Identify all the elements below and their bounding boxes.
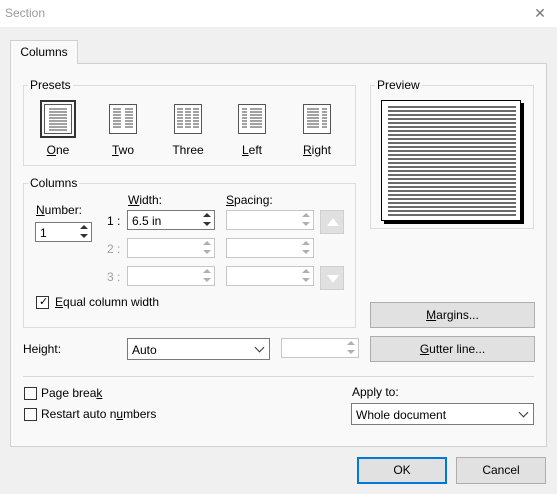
preset-one-label: One [46,143,70,157]
width-1-value: 6.5 in [132,214,162,228]
gutter-line-button[interactable]: Gutter line... [370,336,535,362]
preset-one[interactable]: One [30,100,86,157]
window-title: Section [5,6,46,20]
left-column-icon [238,104,266,134]
preset-left[interactable]: Left [224,104,280,157]
column-index-3: 3 : [107,270,121,284]
preset-three[interactable]: Three [160,104,216,157]
chevron-down-icon [518,407,529,418]
width-3-spinner[interactable] [127,266,215,286]
restart-numbers-checkbox[interactable] [24,408,37,421]
three-columns-icon [174,104,202,134]
spinner-arrows-icon[interactable] [300,268,312,284]
spinner-arrows-icon[interactable] [300,212,312,228]
page-break-checkbox[interactable] [24,387,37,400]
spinner-arrows-icon[interactable] [300,240,312,256]
divider [23,376,534,377]
close-icon[interactable]: ✕ [529,2,551,24]
spacing-2-spinner[interactable] [226,238,314,258]
margins-button[interactable]: Margins... [370,302,535,328]
one-column-icon [40,100,76,138]
preview-page [381,100,521,221]
right-column-icon [303,104,331,134]
height-value-spinner[interactable] [281,338,359,358]
apply-to-label: Apply to: [352,385,399,399]
equal-width-label: Equal column width [55,295,160,309]
spinner-arrows-icon[interactable] [201,212,213,228]
preview-lines-icon [388,106,516,216]
spacing-label: Spacing: [226,193,273,207]
page-break-label: Page break [41,386,103,400]
apply-to-value: Whole document [356,408,447,422]
spacing-1-spinner[interactable] [226,210,314,230]
spacing-3-spinner[interactable] [226,266,314,286]
checkmark-icon: ✓ [39,296,49,308]
apply-to-select[interactable]: Whole document [351,403,534,425]
cancel-button[interactable]: Cancel [456,457,546,484]
spinner-arrows-icon[interactable] [201,240,213,256]
equal-width-checkbox[interactable]: ✓ [36,296,49,309]
column-index-1: 1 : [107,214,121,228]
number-value: 1 [40,226,47,240]
number-label: Number: [36,203,83,217]
spinner-arrows-icon[interactable] [201,268,213,284]
chevron-down-icon [254,342,265,353]
spinner-arrows-icon[interactable] [345,340,357,356]
column-index-2: 2 : [107,242,121,256]
restart-numbers-label: Restart auto numbers [41,407,157,421]
preset-right[interactable]: Right [289,104,345,157]
ok-button[interactable]: OK [357,457,447,484]
preset-two-label: Two [111,143,134,157]
preset-three-label: Three [172,143,204,157]
scroll-up-button[interactable] [320,210,344,234]
height-mode-select[interactable]: Auto [127,338,270,360]
spinner-arrows-icon[interactable] [78,224,90,240]
two-columns-icon [109,104,137,134]
columns-group-label: Columns [28,176,80,190]
preview-group-label: Preview [375,78,422,92]
height-mode-value: Auto [132,343,157,357]
preset-left-label: Left [241,143,263,157]
number-spinner[interactable]: 1 [35,222,92,242]
scroll-down-button[interactable] [320,266,344,290]
preset-two[interactable]: Two [95,104,151,157]
width-1-spinner[interactable]: 6.5 in [127,210,215,230]
preset-right-label: Right [302,143,332,157]
title-bar [0,0,557,27]
presets-group-label: Presets [28,78,73,92]
tab-columns[interactable]: Columns [10,40,78,64]
height-label: Height: [23,342,62,356]
arrow-down-icon [327,275,339,283]
width-2-spinner[interactable] [127,238,215,258]
arrow-up-icon [327,218,339,226]
width-label: Width: [128,193,163,207]
